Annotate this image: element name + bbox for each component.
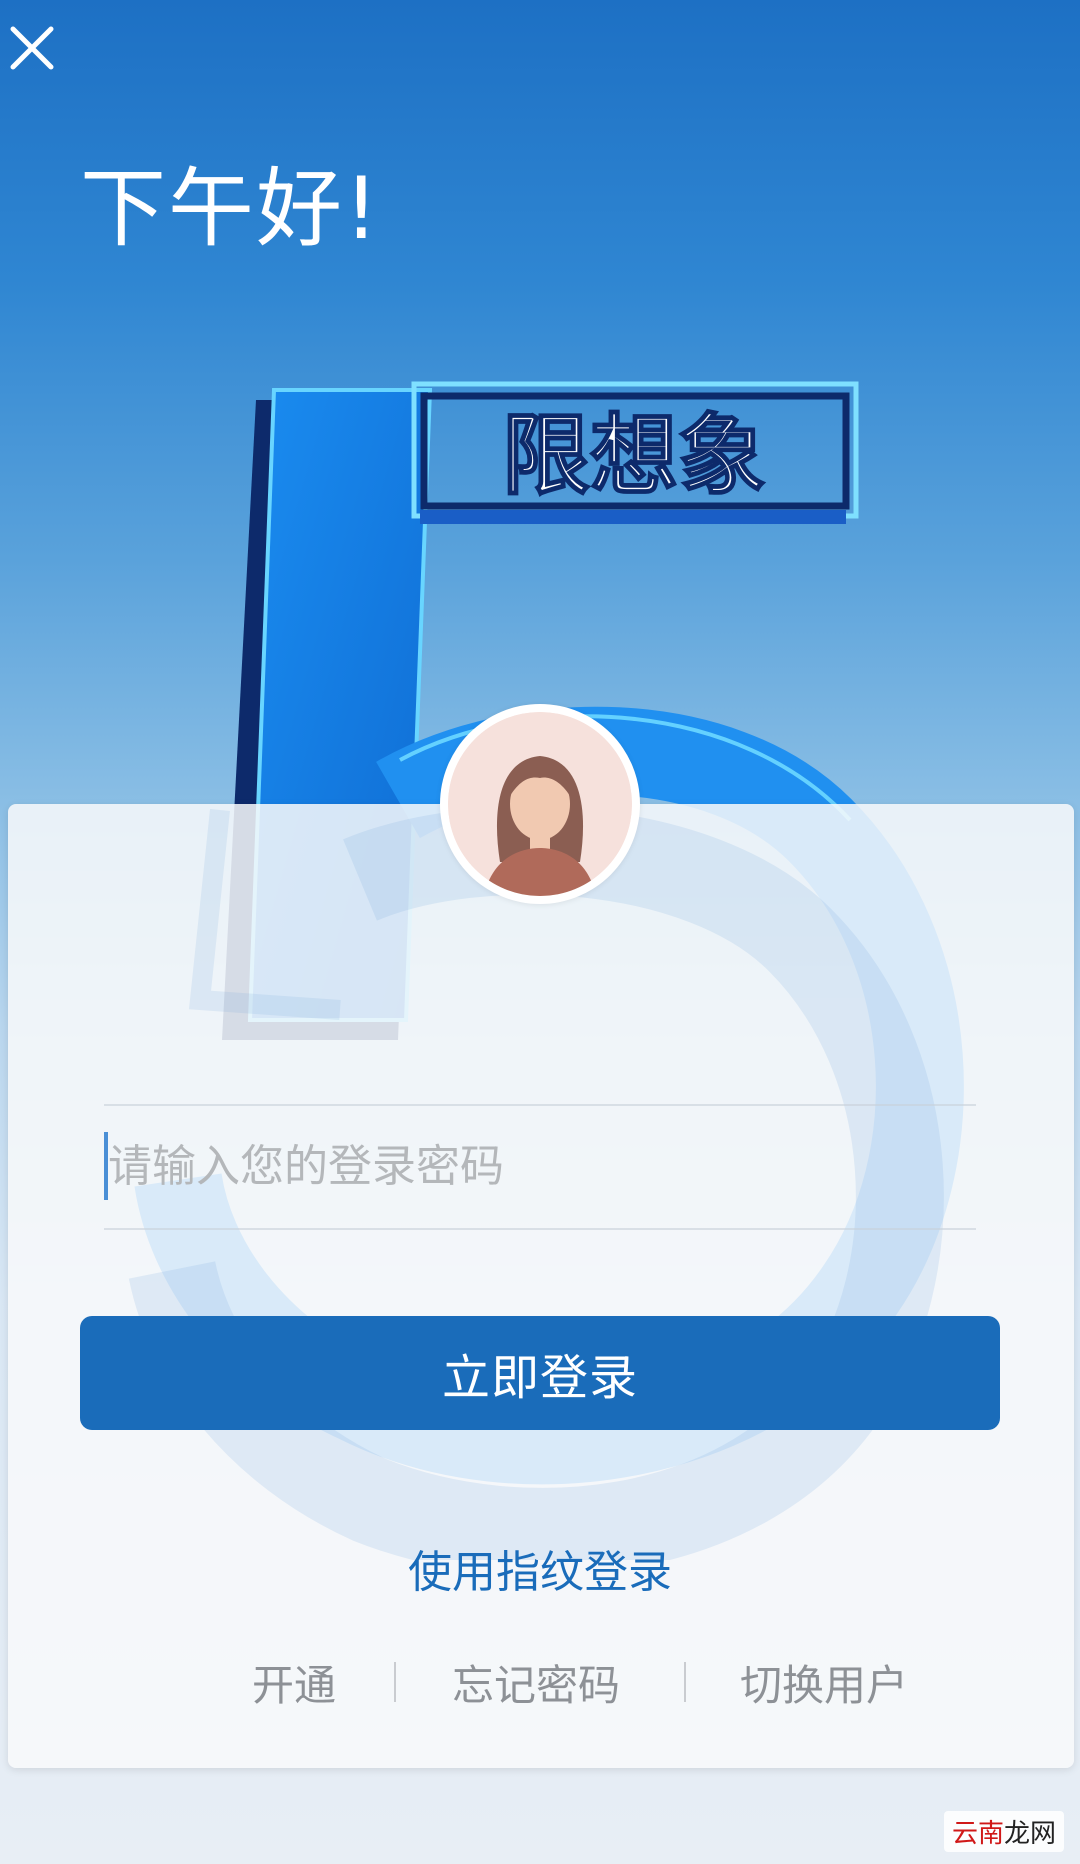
link-separator (394, 1662, 396, 1702)
login-card (8, 804, 1074, 1768)
watermark-text: 龙网 (1003, 1819, 1056, 1849)
watermark-accent: 云南 (951, 1819, 1004, 1849)
password-bottom-divider (104, 1228, 976, 1230)
password-top-divider (104, 1104, 976, 1106)
hero-badge-text: 限想象 (502, 404, 766, 507)
forgot-password-link[interactable]: 忘记密码 (452, 1652, 620, 1713)
close-icon (10, 26, 54, 70)
user-avatar[interactable] (440, 704, 640, 904)
link-separator (684, 1662, 686, 1702)
site-watermark: 云南龙网 (943, 1811, 1064, 1852)
greeting-title: 下午好! (80, 159, 381, 259)
password-input[interactable] (104, 1110, 976, 1222)
open-account-link[interactable]: 开通 (252, 1652, 336, 1713)
fingerprint-login-link[interactable]: 使用指纹登录 (0, 1536, 1080, 1600)
switch-user-link[interactable]: 切换用户 (740, 1652, 908, 1713)
close-button[interactable] (4, 20, 60, 76)
bottom-links: 开通 忘记密码 切换用户 (0, 1652, 1080, 1712)
login-button[interactable]: 立即登录 (80, 1316, 1000, 1430)
text-caret (104, 1132, 108, 1200)
user-avatar-icon (448, 712, 632, 896)
